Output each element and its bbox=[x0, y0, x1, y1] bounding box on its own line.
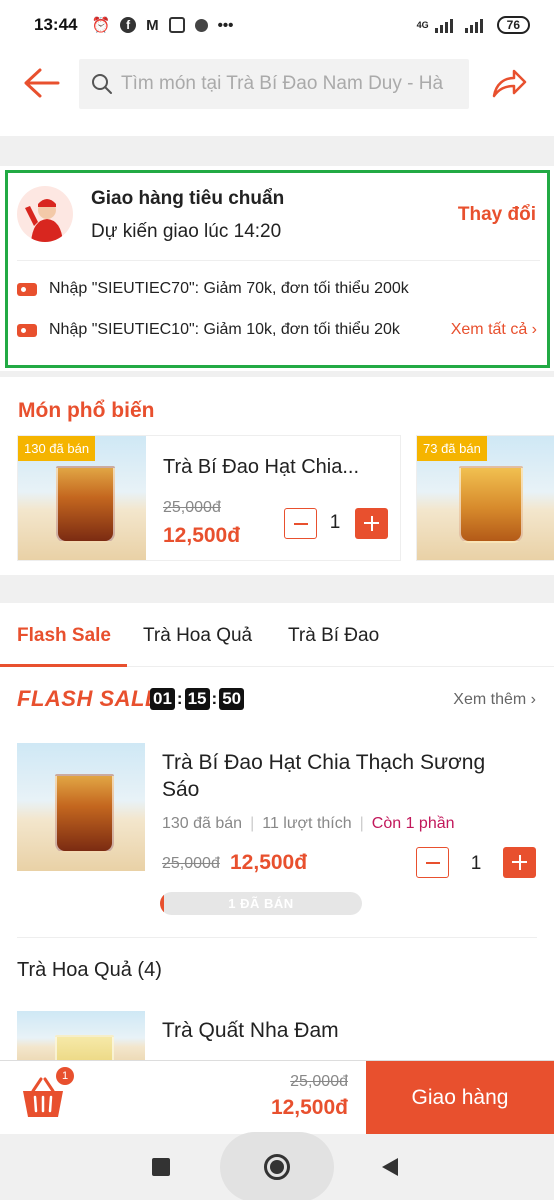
gmail-icon: M bbox=[146, 16, 159, 34]
flash-sale-logo: FLASH SALE bbox=[17, 686, 161, 711]
countdown-timer: 01 : 15 : 50 bbox=[150, 688, 245, 710]
change-delivery-button[interactable]: Thay đổi bbox=[458, 204, 536, 226]
product-image: 130 đã bán bbox=[18, 436, 146, 560]
verified-icon bbox=[194, 18, 208, 32]
search-box[interactable] bbox=[79, 59, 469, 109]
drink-cup-image bbox=[55, 773, 115, 854]
quantity-value: 1 bbox=[329, 512, 341, 533]
popular-section: Món phổ biến 130 đã bán Trà Bí Đao Hạt C… bbox=[0, 377, 554, 575]
cart-original-total: 25,000đ bbox=[290, 1073, 348, 1090]
cart-bar: 1 25,000đ 12,500đ Giao hàng bbox=[0, 1060, 554, 1135]
sold-count-badge: 130 đã bán bbox=[18, 436, 96, 461]
chevron-right-icon: › bbox=[530, 691, 536, 708]
search-icon bbox=[92, 74, 112, 94]
sale-price: 12,500đ bbox=[163, 524, 241, 547]
delivery-driver-avatar bbox=[17, 186, 73, 242]
category-tabs: Flash Sale Trà Hoa Quả Trà Bí Đao bbox=[0, 603, 554, 667]
timer-minutes: 15 bbox=[184, 688, 210, 710]
recent-apps-icon[interactable] bbox=[152, 1158, 170, 1176]
chevron-right-icon: › bbox=[531, 321, 537, 338]
divider bbox=[17, 937, 537, 938]
network-type: 4G bbox=[416, 20, 429, 30]
timer-seconds: 50 bbox=[219, 688, 245, 710]
progress-label: 1 ĐÃ BÁN bbox=[228, 896, 294, 911]
product-image: 73 đã bán bbox=[417, 436, 554, 560]
battery-icon: 76 bbox=[496, 16, 530, 34]
quantity-value: 1 bbox=[470, 853, 482, 874]
increase-quantity-button[interactable] bbox=[503, 847, 536, 878]
see-all-label: Xem tất cả bbox=[450, 321, 528, 338]
sold-progress-bar: 1 ĐÃ BÁN bbox=[160, 892, 362, 915]
home-icon[interactable] bbox=[264, 1154, 290, 1180]
see-all-promos-link[interactable]: Xem tất cả › bbox=[451, 321, 537, 339]
see-more-link[interactable]: Xem thêm › bbox=[453, 691, 536, 709]
timer-hours: 01 bbox=[150, 688, 175, 710]
original-price: 25,000đ bbox=[162, 855, 220, 872]
increase-quantity-button[interactable] bbox=[355, 508, 388, 539]
capcut-icon bbox=[168, 17, 185, 33]
voucher-tag-icon bbox=[17, 323, 37, 337]
product-stats: 130 đã bán | 11 lượt thích | Còn 1 phần bbox=[162, 815, 455, 832]
sold-count: 130 đã bán bbox=[162, 815, 243, 832]
signal-icon bbox=[434, 17, 453, 33]
sold-count-badge: 73 đã bán bbox=[417, 436, 487, 461]
promo-text: Nhập "SIEUTIEC10": Giảm 10k, đơn tối thi… bbox=[49, 321, 400, 338]
back-triangle-icon[interactable] bbox=[382, 1158, 398, 1176]
status-bar: 13:44 ⏰ f M ••• 4G 76 bbox=[0, 0, 554, 50]
popular-item-card[interactable]: 130 đã bán Trà Bí Đao Hạt Chia... 25,000… bbox=[17, 435, 401, 561]
divider bbox=[17, 260, 540, 261]
product-image[interactable] bbox=[17, 743, 145, 871]
product-name[interactable]: Trà Quất Nha Đam bbox=[162, 1019, 339, 1043]
promo-text: Nhập "SIEUTIEC70": Giảm 70k, đơn tối thi… bbox=[49, 280, 409, 297]
more-notifications-icon: ••• bbox=[217, 16, 234, 34]
category-title: Trà Hoa Quả (4) bbox=[17, 959, 162, 981]
original-price: 25,000đ bbox=[163, 499, 221, 516]
back-arrow-icon[interactable] bbox=[22, 66, 62, 100]
promo-item[interactable]: Nhập "SIEUTIEC10": Giảm 10k, đơn tối thi… bbox=[17, 321, 400, 339]
delivery-title: Giao hàng tiêu chuẩn bbox=[91, 188, 285, 209]
facebook-icon: f bbox=[120, 17, 137, 33]
drink-cup-image bbox=[459, 465, 524, 543]
like-count: 11 lượt thích bbox=[262, 815, 352, 832]
product-name[interactable]: Trà Bí Đao Hạt Chia Thạch Sương Sáo bbox=[162, 749, 522, 803]
active-tab-indicator bbox=[0, 664, 127, 667]
popular-title: Món phổ biến bbox=[18, 399, 155, 422]
tab-tra-hoa-qua[interactable]: Trà Hoa Quả bbox=[143, 625, 252, 647]
system-nav-bar bbox=[0, 1132, 554, 1200]
tab-tra-bi-dao[interactable]: Trà Bí Đao bbox=[288, 625, 379, 647]
alarm-icon: ⏰ bbox=[91, 17, 111, 34]
status-time: 13:44 bbox=[34, 15, 78, 34]
voucher-tag-icon bbox=[17, 282, 37, 296]
promo-item[interactable]: Nhập "SIEUTIEC70": Giảm 70k, đơn tối thi… bbox=[17, 280, 409, 298]
status-notification-icons: ⏰ f M ••• bbox=[91, 16, 234, 35]
delivery-info-card: Giao hàng tiêu chuẩn Dự kiến giao lúc 14… bbox=[0, 166, 554, 371]
drink-cup-image bbox=[56, 465, 116, 543]
share-icon[interactable] bbox=[490, 66, 528, 100]
top-bar bbox=[0, 50, 554, 136]
cart-total: 12,500đ bbox=[270, 1096, 348, 1119]
sale-price: 12,500đ bbox=[230, 851, 308, 874]
search-input[interactable] bbox=[121, 73, 461, 95]
popular-item-card[interactable]: 73 đã bán bbox=[416, 435, 554, 561]
see-more-label: Xem thêm bbox=[453, 691, 527, 708]
menu-section: Flash Sale Trà Hoa Quả Trà Bí Đao FLASH … bbox=[0, 603, 554, 1071]
checkout-button[interactable]: Giao hàng bbox=[366, 1061, 554, 1135]
remaining-stock: Còn 1 phần bbox=[371, 815, 455, 832]
signal-icon-2 bbox=[464, 17, 483, 33]
product-name: Trà Bí Đao Hạt Chia... bbox=[163, 456, 359, 478]
tab-flash-sale[interactable]: Flash Sale bbox=[17, 625, 111, 647]
delivery-eta: Dự kiến giao lúc 14:20 bbox=[91, 221, 282, 242]
cart-count-badge: 1 bbox=[56, 1067, 74, 1085]
section-gap bbox=[0, 136, 554, 166]
decrease-quantity-button[interactable] bbox=[284, 508, 317, 539]
decrease-quantity-button[interactable] bbox=[416, 847, 449, 878]
